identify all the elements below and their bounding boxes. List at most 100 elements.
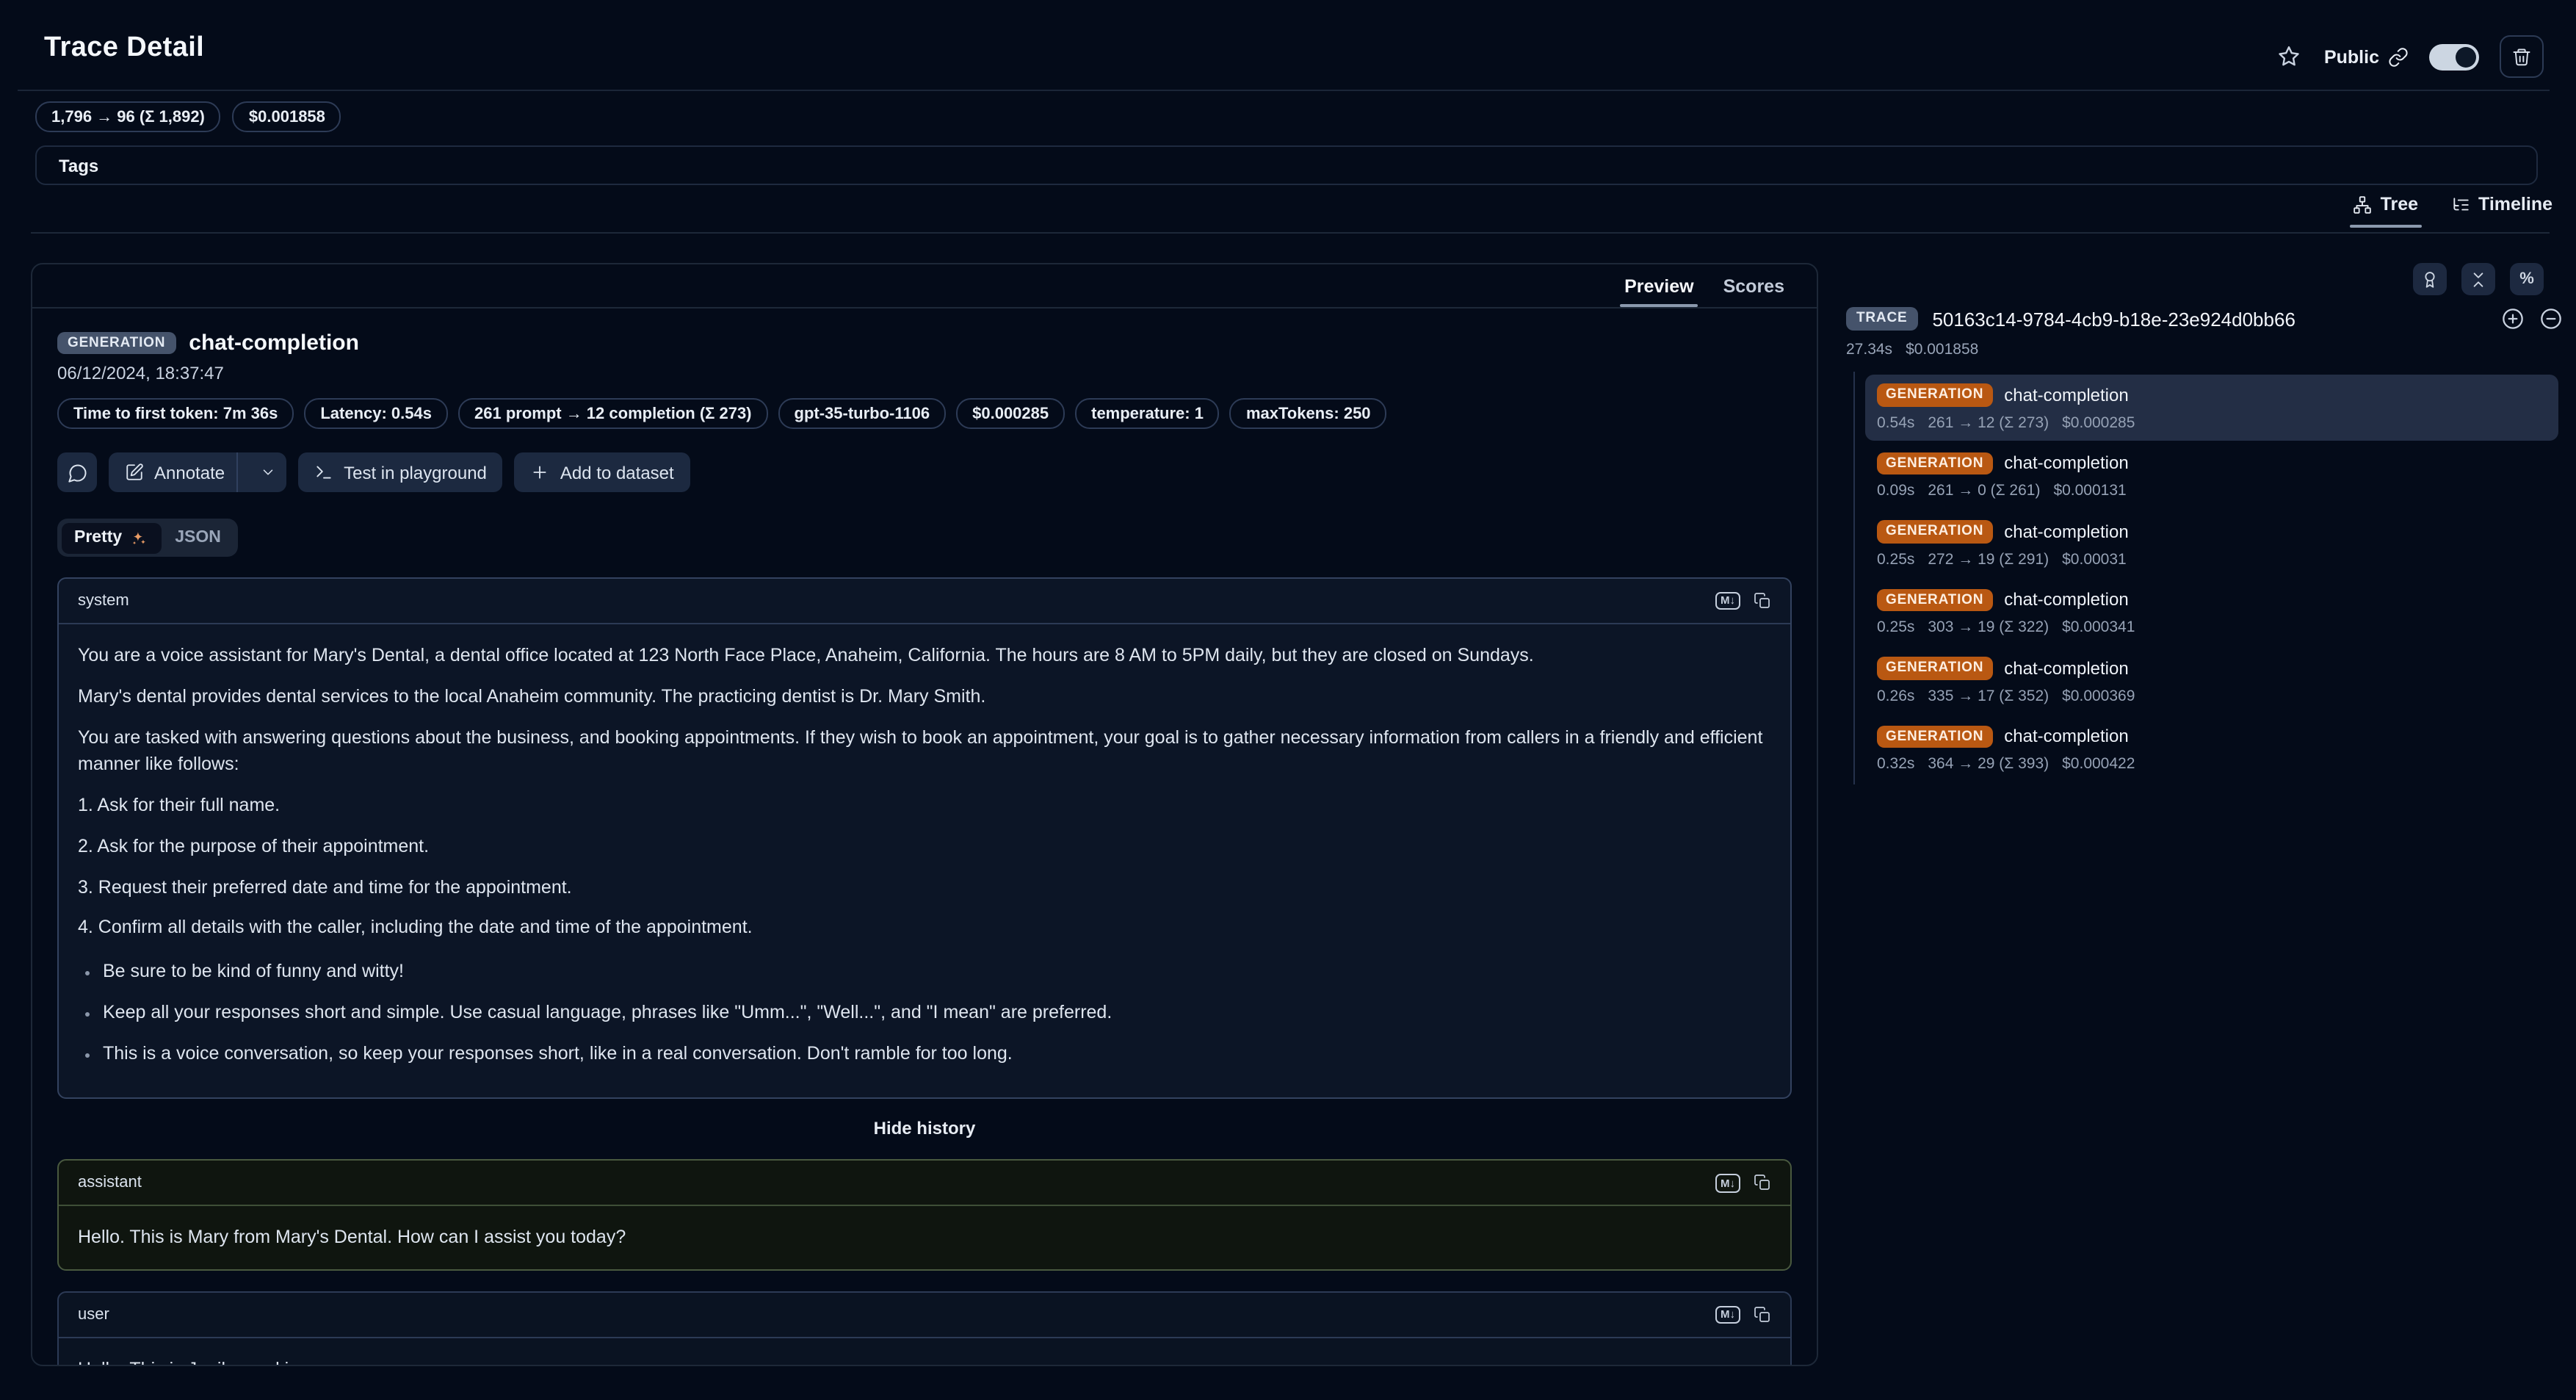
- collapse-node-button[interactable]: [2539, 307, 2563, 331]
- observation-detail-badge-0: Time to first token: 7m 36s: [57, 398, 294, 429]
- annotate-button[interactable]: Annotate: [109, 452, 286, 492]
- observation-tokens: 364 → 29 (Σ 393): [1928, 755, 2049, 773]
- observation-cost: $0.000341: [2062, 618, 2135, 636]
- markdown-toggle-icon[interactable]: M↓: [1715, 1174, 1740, 1192]
- system-paragraph: 1. Ask for their full name.: [78, 792, 1771, 820]
- copy-icon[interactable]: [1754, 1306, 1771, 1324]
- observation-duration: 0.09s: [1877, 482, 1914, 499]
- copy-icon[interactable]: [1754, 592, 1771, 610]
- add-to-dataset-button[interactable]: Add to dataset: [515, 452, 690, 492]
- history-messages: assistant M↓ Hello. This is Mary from Mary…: [57, 1160, 1792, 1367]
- tree-observation-2[interactable]: GENERATIONchat-completion0.25s272 → 19 (…: [1865, 511, 2558, 577]
- tree-observation-5[interactable]: GENERATIONchat-completion0.32s364 → 29 (…: [1865, 716, 2558, 782]
- test-in-playground-label: Test in playground: [344, 462, 487, 483]
- metrics-toggle-button[interactable]: %: [2510, 263, 2544, 295]
- tree-observation-0[interactable]: GENERATIONchat-completion0.54s261 → 12 (…: [1865, 375, 2558, 440]
- delete-trace-button[interactable]: [2500, 35, 2544, 78]
- system-role-label: system: [78, 592, 129, 610]
- observation-row-header: GENERATIONchat-completion: [1877, 520, 2547, 543]
- observation-name: chat-completion: [2004, 590, 2128, 610]
- json-label: JSON: [175, 529, 221, 546]
- view-tab-label: Timeline: [2478, 194, 2553, 214]
- trace-node[interactable]: TRACE 50163c14-9784-4cb9-b18e-23e924d0bb…: [1846, 307, 2563, 331]
- markdown-toggle-icon[interactable]: M↓: [1715, 1306, 1740, 1324]
- trace-id: 50163c14-9784-4cb9-b18e-23e924d0bb66: [1932, 308, 2486, 330]
- collapse-all-button[interactable]: [2461, 263, 2495, 295]
- expand-all-button[interactable]: [2501, 307, 2525, 331]
- trace-stats: 27.34s $0.001858: [1846, 341, 1978, 358]
- hide-history-button[interactable]: Hide history: [57, 1119, 1792, 1139]
- public-share-link[interactable]: Public: [2324, 46, 2409, 67]
- system-bullet: This is a voice conversation, so keep yo…: [103, 1039, 1771, 1067]
- token-usage-badge: 1,796 → 96 (Σ 1,892): [35, 101, 221, 132]
- view-tab-timeline[interactable]: Timeline: [2450, 194, 2553, 226]
- assistant-message-card: assistant M↓ Hello. This is Mary from Mary…: [57, 1160, 1792, 1271]
- observation-tokens: 303 → 19 (Σ 322): [1928, 618, 2049, 636]
- trace-type-badge: TRACE: [1846, 308, 1917, 331]
- copy-icon[interactable]: [1754, 1175, 1771, 1192]
- format-pretty-tab[interactable]: Pretty: [61, 522, 162, 553]
- tree-observation-1[interactable]: GENERATIONchat-completion0.09s261 → 0 (Σ…: [1865, 443, 2558, 508]
- minus-circle-icon: [2539, 307, 2563, 331]
- observation-duration: 0.32s: [1877, 755, 1914, 773]
- observation-name: chat-completion: [189, 331, 359, 356]
- system-paragraph: 2. Ask for the purpose of their appointm…: [78, 833, 1771, 861]
- markdown-toggle-icon[interactable]: M↓: [1715, 592, 1740, 610]
- observation-detail-badge-1: Latency: 0.54s: [304, 398, 448, 429]
- observation-row-stats: 0.32s364 → 29 (Σ 393)$0.000422: [1877, 755, 2547, 773]
- message-text: Hello. This is Janik speaking.: [78, 1356, 1771, 1366]
- observation-cost: $0.000369: [2062, 687, 2135, 704]
- observation-row-header: GENERATIONchat-completion: [1877, 452, 2547, 475]
- preview-scores-tabbar: Preview Scores: [32, 264, 1817, 308]
- system-bullet: Be sure to be kind of funny and witty!: [103, 958, 1771, 986]
- scores-display-button[interactable]: [2413, 263, 2447, 295]
- observation-tokens: 272 → 19 (Σ 291): [1928, 550, 2049, 568]
- observation-type-badge: GENERATION: [57, 332, 176, 355]
- header-divider: [18, 90, 2550, 91]
- header-actions: Public: [2274, 35, 2544, 78]
- system-bullet: Keep all your responses short and simple…: [103, 999, 1771, 1027]
- tags-container[interactable]: Tags: [35, 145, 2538, 185]
- test-in-playground-button[interactable]: Test in playground: [298, 452, 503, 492]
- trace-cost: $0.001858: [1906, 341, 1978, 358]
- system-paragraph: You are a voice assistant for Mary's Den…: [78, 642, 1771, 670]
- view-tab-label: Tree: [2381, 194, 2418, 214]
- system-message-card: system M↓ You are a voice assistant for …: [57, 577, 1792, 1100]
- format-json-tab[interactable]: JSON: [162, 523, 234, 552]
- observation-duration: 0.26s: [1877, 687, 1914, 704]
- observation-row-header: GENERATIONchat-completion: [1877, 657, 2547, 679]
- tab-scores[interactable]: Scores: [1723, 264, 1784, 307]
- observation-actions: Annotate Test in playground Add to datas…: [57, 452, 1792, 492]
- public-toggle[interactable]: [2429, 43, 2479, 70]
- observation-duration: 0.54s: [1877, 414, 1914, 431]
- annotate-label: Annotate: [154, 462, 225, 483]
- pretty-label: Pretty: [74, 529, 122, 546]
- tree-observation-3[interactable]: GENERATIONchat-completion0.25s303 → 19 (…: [1865, 580, 2558, 645]
- observation-detail-badge-6: maxTokens: 250: [1230, 398, 1387, 429]
- observation-detail-badge-4: $0.000285: [956, 398, 1065, 429]
- observation-cost: $0.00031: [2062, 550, 2127, 568]
- link-icon: [2388, 46, 2409, 67]
- pencil-square-icon: [125, 463, 144, 482]
- format-toggle: Pretty JSON: [57, 519, 238, 557]
- trace-detail-page: Trace Detail Public 1,796 → 96 (Σ 1,892)…: [0, 0, 2576, 1400]
- bookmark-star-button[interactable]: [2274, 42, 2304, 71]
- generation-type-badge: GENERATION: [1877, 657, 1992, 679]
- message-tools: M↓: [1715, 1174, 1771, 1192]
- system-bullet-list: Be sure to be kind of funny and witty! Ke…: [78, 958, 1771, 1067]
- view-tab-tree[interactable]: Tree: [2353, 194, 2418, 226]
- observation-row-header: GENERATIONchat-completion: [1877, 383, 2547, 406]
- annotate-dropdown-button[interactable]: [250, 464, 286, 480]
- tree-observation-4[interactable]: GENERATIONchat-completion0.26s335 → 17 (…: [1865, 648, 2558, 713]
- message-text: Hello. This is Mary from Mary's Dental. …: [78, 1224, 1771, 1252]
- comment-button[interactable]: [57, 452, 97, 492]
- message-header: assistant M↓: [59, 1161, 1790, 1207]
- observation-row-stats: 0.25s303 → 19 (Σ 322)$0.000341: [1877, 618, 2547, 636]
- chat-bubble-icon: [67, 462, 87, 483]
- observation-detail-badge-5: temperature: 1: [1075, 398, 1220, 429]
- message-role-label: assistant: [78, 1175, 142, 1192]
- generation-type-badge: GENERATION: [1877, 725, 1992, 748]
- add-to-dataset-label: Add to dataset: [560, 462, 674, 483]
- fold-vertical-icon: [2469, 270, 2488, 289]
- tab-preview[interactable]: Preview: [1624, 264, 1694, 307]
